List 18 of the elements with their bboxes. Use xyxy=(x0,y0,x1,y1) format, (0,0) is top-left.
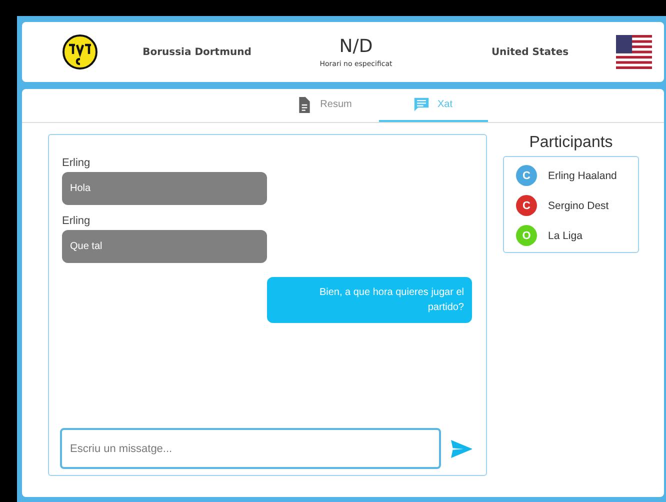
tab[interactable]: Xat xyxy=(379,89,488,122)
sender-name: Erling xyxy=(62,157,92,169)
message-bubble: Que tal xyxy=(62,230,267,263)
message-bubble: Bien, a que hora quieres jugar el partido? xyxy=(267,277,472,323)
avatar-badge: C xyxy=(516,165,537,186)
message-input[interactable]: Escriu un missatge... xyxy=(60,428,440,469)
sender-name: Erling xyxy=(62,215,92,227)
team-name: Borussia Dortmund xyxy=(142,46,252,58)
avatar-badge: C xyxy=(516,195,537,216)
participants-title: Participants xyxy=(529,134,613,152)
avatar-badge: O xyxy=(516,225,537,246)
tab[interactable]: Resum xyxy=(270,89,379,122)
participant-name: Erling Haaland xyxy=(548,170,617,182)
score-text: N/D xyxy=(339,36,373,57)
team-name: United States xyxy=(491,46,569,58)
participant-name: La Liga xyxy=(548,230,582,242)
message-bubble: Hola xyxy=(62,172,267,205)
participant-name: Sergino Dest xyxy=(548,200,609,212)
